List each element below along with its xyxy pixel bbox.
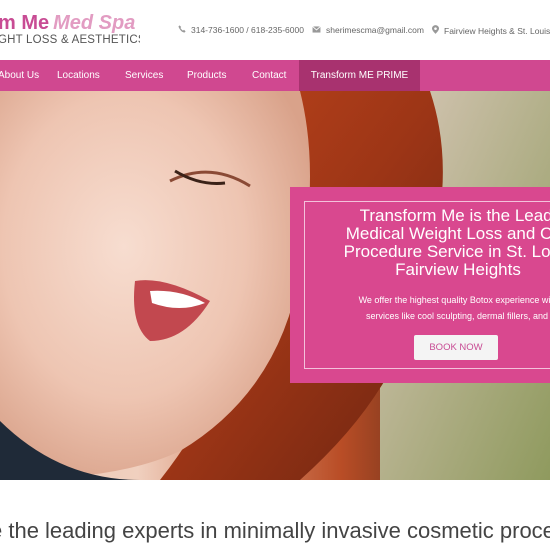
- phone-icon: [178, 25, 186, 35]
- promo-title-line: Medical Weight Loss and Cos: [345, 224, 550, 243]
- promo-title-line: Transform Me is the Leadi: [359, 206, 550, 225]
- promo-text-line: services like cool sculpting, dermal fil…: [365, 311, 550, 321]
- promo-title-line: Fairview Heights: [395, 260, 521, 279]
- nav-products[interactable]: Products: [187, 60, 226, 91]
- nav-contact[interactable]: Contact: [252, 60, 286, 91]
- email-text: sherimescma@gmail.com: [326, 25, 424, 35]
- promo-description: We offer the highest quality Botox exper…: [312, 292, 550, 324]
- envelope-icon: [312, 25, 321, 35]
- nav-about-us[interactable]: About Us: [0, 60, 39, 91]
- contact-phone[interactable]: 314-736-1600 / 618-235-6000: [178, 25, 304, 35]
- logo-title-italic: Med Spa: [53, 12, 136, 34]
- logo[interactable]: m Me Med Spa GHT LOSS & AESTHETICS: [0, 12, 140, 52]
- nav-locations[interactable]: Locations: [57, 60, 100, 91]
- book-now-button[interactable]: BOOK NOW: [414, 335, 498, 360]
- nav-services[interactable]: Services: [125, 60, 163, 91]
- logo-title-main: m Me: [0, 12, 50, 34]
- logo-tagline: GHT LOSS & AESTHETICS: [0, 34, 140, 46]
- location-text: Fairview Heights & St. Louis: [444, 25, 550, 36]
- phone-text: 314-736-1600 / 618-235-6000: [191, 25, 304, 35]
- nav-transform-me-prime[interactable]: Transform ME PRIME: [299, 60, 420, 91]
- promo-title-line: Procedure Service in St. Louis: [343, 242, 550, 261]
- section-heading: e the leading experts in minimally invas…: [0, 518, 550, 543]
- promo-title: Transform Me is the Leadi Medical Weight…: [308, 207, 550, 279]
- contact-email[interactable]: sherimescma@gmail.com: [312, 25, 424, 35]
- promo-text-line: We offer the highest quality Botox exper…: [358, 295, 550, 305]
- map-pin-icon: [432, 25, 439, 36]
- contact-location[interactable]: Fairview Heights & St. Louis: [432, 25, 550, 36]
- main-nav: About Us Locations Services Products Con…: [0, 60, 550, 91]
- site-header: m Me Med Spa GHT LOSS & AESTHETICS 314-73…: [0, 0, 550, 60]
- logo-title: m Me Med Spa: [0, 12, 135, 35]
